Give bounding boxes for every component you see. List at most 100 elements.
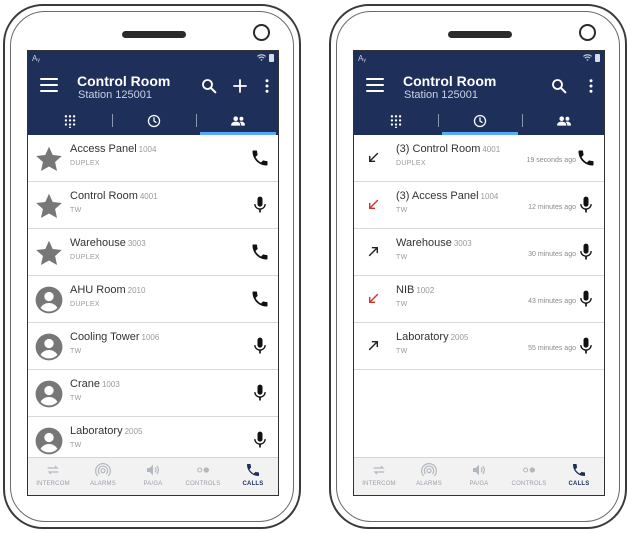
battery-icon <box>595 54 600 62</box>
nav-paga[interactable]: PA/GA <box>454 458 504 495</box>
call-name-text: (3) Control Room <box>396 143 481 155</box>
call-name-text: Warehouse <box>396 237 452 249</box>
call-number: 2005 <box>450 333 469 342</box>
phone-icon[interactable] <box>250 242 270 262</box>
tab-dialpad[interactable] <box>28 106 112 135</box>
tab-recents[interactable] <box>438 106 522 135</box>
list-item[interactable]: Laboratory 2005 TW 55 minutes ago <box>354 323 604 370</box>
nav-controls[interactable]: CONTROLS <box>178 458 228 495</box>
tab-contacts[interactable] <box>196 106 278 135</box>
nav-paga[interactable]: PA/GA <box>128 458 178 495</box>
list-item[interactable]: (3) Control Room 4001 DUPLEX 19 seconds ago <box>354 135 604 182</box>
call-time: 19 seconds ago <box>526 157 576 164</box>
nav-calls[interactable]: CALLS <box>554 458 604 495</box>
phone-frame-recents: Aᵧ Control Room Station 125001 (3) Contr… <box>329 4 627 529</box>
phone-speaker <box>122 31 186 38</box>
contact-type: TW <box>70 207 82 214</box>
list-item[interactable]: (3) Access Panel 1004 TW 12 minutes ago <box>354 182 604 229</box>
call-type: TW <box>396 301 408 308</box>
app-bar: Control Room Station 125001 <box>28 67 278 106</box>
page-title: Control Room <box>77 73 171 89</box>
mic-icon[interactable] <box>576 289 596 309</box>
contact-name: Laboratory 2005 <box>70 425 142 437</box>
call-type: TW <box>396 207 408 214</box>
mic-icon[interactable] <box>576 242 596 262</box>
mic-icon[interactable] <box>250 383 270 403</box>
phone-icon <box>571 462 587 478</box>
list-item[interactable]: NIB 1002 TW 43 minutes ago <box>354 276 604 323</box>
station-subtitle: Station 125001 <box>78 89 153 101</box>
alarm-icon <box>421 463 437 477</box>
contact-type: DUPLEX <box>70 301 100 308</box>
favorites-list: Access Panel 1004 DUPLEX Control Room 4001 TW… <box>28 135 278 457</box>
contact-name-text: AHU Room <box>70 284 126 296</box>
list-item[interactable]: Cooling Tower 1006 TW <box>28 323 278 370</box>
contact-number: 4001 <box>139 192 158 201</box>
menu-icon[interactable] <box>40 78 58 92</box>
status-icons <box>583 54 600 62</box>
nav-label: PA/GA <box>143 481 163 487</box>
person-icon <box>35 427 63 455</box>
phone-icon[interactable] <box>250 148 270 168</box>
nav-intercom[interactable]: INTERCOM <box>354 458 404 495</box>
incoming-call-icon <box>369 152 379 162</box>
call-time: 30 minutes ago <box>528 251 576 258</box>
list-item[interactable]: Warehouse 3003 TW 30 minutes ago <box>354 229 604 276</box>
mic-icon[interactable] <box>576 195 596 215</box>
search-icon[interactable] <box>200 77 218 95</box>
nav-label: CONTROLS <box>511 481 547 487</box>
call-time: 55 minutes ago <box>528 345 576 352</box>
call-number: 3003 <box>453 239 472 248</box>
contact-name: Crane 1003 <box>70 378 120 390</box>
mic-icon[interactable] <box>250 430 270 450</box>
contact-name-text: Cooling Tower <box>70 331 140 343</box>
call-name: (3) Control Room 4001 <box>396 143 500 155</box>
missed-call-icon <box>369 199 379 209</box>
tab-contacts[interactable] <box>522 106 604 135</box>
tab-recents[interactable] <box>112 106 196 135</box>
wifi-icon <box>257 54 266 61</box>
phone-speaker <box>448 31 512 38</box>
nav-label: ALARMS <box>416 481 442 487</box>
phone-icon <box>245 462 261 478</box>
contact-name-text: Laboratory <box>70 425 123 437</box>
menu-icon[interactable] <box>366 78 384 92</box>
list-item[interactable]: Access Panel 1004 DUPLEX <box>28 135 278 182</box>
mic-icon[interactable] <box>576 336 596 356</box>
contacts-icon <box>231 115 245 126</box>
more-vert-icon[interactable] <box>582 77 600 95</box>
star-icon <box>35 239 63 267</box>
add-icon[interactable] <box>231 77 249 95</box>
status-notification: Aᵧ <box>32 54 40 63</box>
nav-label: INTERCOM <box>362 481 396 487</box>
phone-icon[interactable] <box>250 289 270 309</box>
list-item[interactable]: Crane 1003 TW <box>28 370 278 417</box>
contacts-screen: Aᵧ Control Room Station 125001 Access Pa… <box>27 50 279 496</box>
list-item[interactable]: Warehouse 3003 DUPLEX <box>28 229 278 276</box>
tab-dialpad[interactable] <box>354 106 438 135</box>
nav-label: CALLS <box>242 481 264 487</box>
nav-calls[interactable]: CALLS <box>228 458 278 495</box>
nav-label: ALARMS <box>90 481 116 487</box>
nav-alarms[interactable]: ALARMS <box>78 458 128 495</box>
list-item[interactable]: Control Room 4001 TW <box>28 182 278 229</box>
nav-controls[interactable]: CONTROLS <box>504 458 554 495</box>
dialpad-icon <box>64 114 76 128</box>
mic-icon[interactable] <box>250 336 270 356</box>
search-icon[interactable] <box>550 77 568 95</box>
battery-icon <box>269 54 274 62</box>
status-icons <box>257 54 274 62</box>
mic-icon[interactable] <box>250 195 270 215</box>
nav-label: CONTROLS <box>185 481 221 487</box>
nav-alarms[interactable]: ALARMS <box>404 458 454 495</box>
more-vert-icon[interactable] <box>258 77 276 95</box>
call-time: 43 minutes ago <box>528 298 576 305</box>
toggle-icon <box>197 467 209 473</box>
list-item[interactable]: Laboratory 2005 TW <box>28 417 278 457</box>
phone-icon[interactable] <box>576 148 596 168</box>
contact-number: 2010 <box>127 286 146 295</box>
list-item[interactable]: AHU Room 2010 DUPLEX <box>28 276 278 323</box>
contact-name-text: Control Room <box>70 190 138 202</box>
contact-number: 1003 <box>101 380 120 389</box>
nav-intercom[interactable]: INTERCOM <box>28 458 78 495</box>
